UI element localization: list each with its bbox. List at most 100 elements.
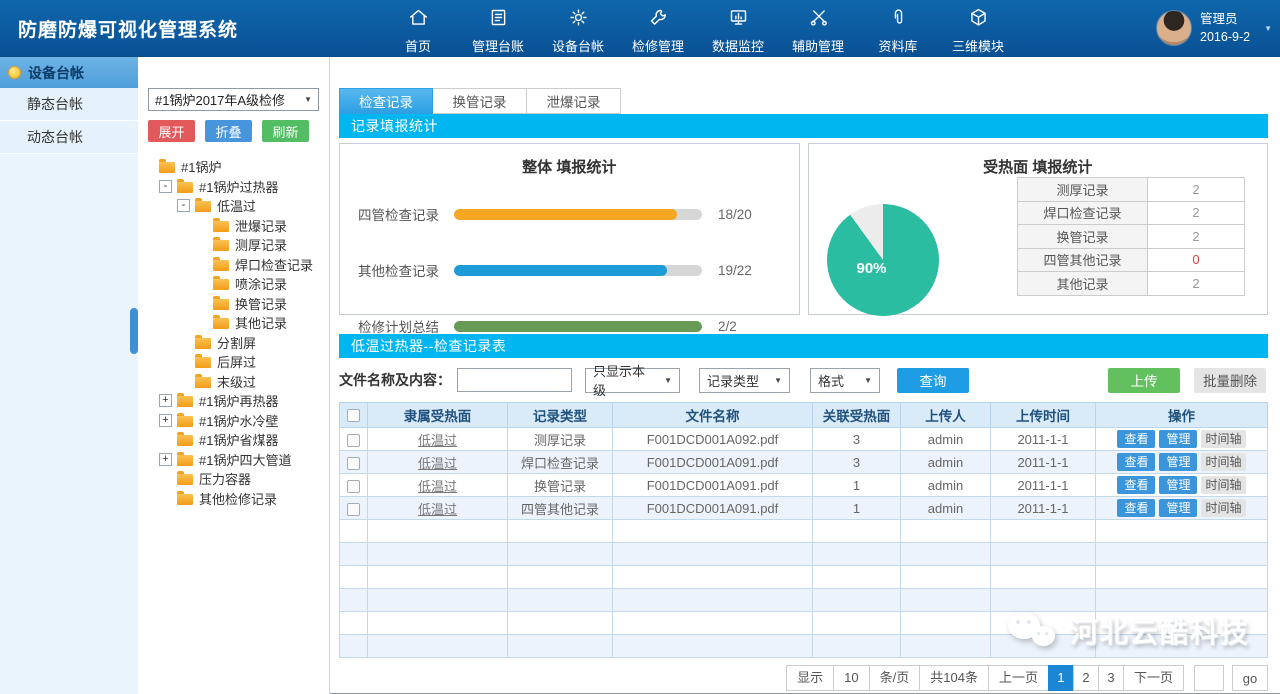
collapse-toggle-icon[interactable] (177, 199, 190, 212)
next-page-button[interactable]: 下一页 (1123, 665, 1184, 691)
surface-link[interactable]: 低温过 (418, 502, 457, 517)
nav-item-3d[interactable]: 三维模块 (938, 1, 1018, 55)
tree-node[interactable]: 喷涂记录 (138, 274, 329, 294)
bullet-icon (8, 66, 21, 79)
folder-icon (195, 338, 211, 349)
tab-inspection-records[interactable]: 检查记录 (339, 88, 433, 114)
surface-link[interactable]: 低温过 (418, 433, 457, 448)
tree-node[interactable]: 压力容器 (138, 469, 329, 489)
tree-node[interactable]: #1锅炉水冷壁 (138, 411, 329, 431)
select-all-checkbox[interactable] (347, 409, 360, 422)
tree-node[interactable]: 其他记录 (138, 313, 329, 333)
overall-stats-title: 整体 填报统计 (340, 156, 799, 177)
timeline-button[interactable]: 时间轴 (1201, 476, 1245, 494)
scope-select[interactable]: 只显示本级▼ (585, 368, 680, 393)
table-row: 低温过 换管记录 F001DCD001A091.pdf 1 admin 2011… (340, 474, 1268, 497)
record-tabs: 检查记录 换管记录 泄爆记录 (339, 88, 1268, 114)
tree-node[interactable]: 末级过 (138, 372, 329, 392)
row-checkbox[interactable] (347, 503, 360, 516)
table-row-empty (340, 635, 1268, 658)
sidebar-item-static-ledger[interactable]: 静态台帐 (0, 88, 138, 121)
filter-label: 文件名称及内容： (339, 370, 451, 390)
tree-node[interactable]: #1锅炉再热器 (138, 391, 329, 411)
pager-display-label: 显示 (786, 665, 834, 691)
manage-button[interactable]: 管理 (1159, 499, 1197, 517)
search-button[interactable]: 查询 (897, 368, 969, 393)
tree-node[interactable]: #1锅炉四大管道 (138, 450, 329, 470)
sidebar: 设备台帐 静态台帐 动态台帐 (0, 57, 138, 694)
page-jump-input[interactable] (1194, 665, 1224, 691)
tree-node[interactable]: 其他检修记录 (138, 489, 329, 509)
surface-stats-panel: 受热面 填报统计 90% 测厚记录2 焊口检查记录2 换管记录2 四管其他记录0… (808, 143, 1269, 315)
expand-toggle-icon[interactable] (159, 394, 172, 407)
refresh-button[interactable]: 刷新 (262, 120, 309, 142)
expand-toggle-icon[interactable] (159, 414, 172, 427)
collapse-button[interactable]: 折叠 (205, 120, 252, 142)
tree-node[interactable]: 后屏过 (138, 352, 329, 372)
tree-node[interactable]: 低温过 (138, 196, 329, 216)
chevron-down-icon[interactable]: ▼ (1264, 24, 1272, 33)
nav-item-home[interactable]: 首页 (378, 1, 458, 55)
tab-explosion-records[interactable]: 泄爆记录 (527, 88, 621, 114)
tree-node[interactable]: 换管记录 (138, 294, 329, 314)
table-row-empty (340, 566, 1268, 589)
manage-button[interactable]: 管理 (1159, 453, 1197, 471)
equipment-tree: #1锅炉 #1锅炉过热器 低温过 泄爆记录 测厚记录 焊口检查记录 喷涂记录 换… (138, 157, 329, 508)
timeline-button[interactable]: 时间轴 (1201, 453, 1245, 471)
format-select[interactable]: 格式▼ (810, 368, 880, 393)
nav-item-equipment[interactable]: 设备台帐 (538, 1, 618, 55)
view-button[interactable]: 查看 (1117, 453, 1155, 471)
cube-icon (968, 7, 989, 33)
user-menu[interactable]: 管理员 2016-9-2 ▼ (1156, 10, 1272, 46)
manage-button[interactable]: 管理 (1159, 430, 1197, 448)
view-button[interactable]: 查看 (1117, 499, 1155, 517)
page-number-button[interactable]: 1 (1048, 665, 1074, 691)
batch-delete-button[interactable]: 批量删除 (1194, 368, 1266, 393)
nav-item-library[interactable]: 资料库 (858, 1, 938, 55)
timeline-button[interactable]: 时间轴 (1201, 430, 1245, 448)
surface-link[interactable]: 低温过 (418, 479, 457, 494)
panel-splitter-handle[interactable] (130, 308, 138, 354)
total-count-label: 共104条 (919, 665, 989, 691)
expand-toggle-icon[interactable] (159, 453, 172, 466)
progress-track (454, 209, 702, 220)
tree-node[interactable]: 分割屏 (138, 333, 329, 353)
tree-node[interactable]: 测厚记录 (138, 235, 329, 255)
row-checkbox[interactable] (347, 434, 360, 447)
folder-icon (213, 221, 229, 232)
tree-node[interactable]: #1锅炉 (138, 157, 329, 177)
nav-item-monitoring[interactable]: 数据监控 (698, 1, 778, 55)
progress-track (454, 321, 702, 332)
row-checkbox[interactable] (347, 457, 360, 470)
upload-button[interactable]: 上传 (1108, 368, 1180, 393)
go-button[interactable]: go (1232, 665, 1268, 691)
nav-item-ledger[interactable]: 管理台账 (458, 1, 538, 55)
pie-center-label: 90% (857, 260, 887, 277)
tree-node[interactable]: #1锅炉过热器 (138, 177, 329, 197)
table-row: 其他记录2 (1018, 272, 1245, 296)
record-type-select[interactable]: 记录类型▼ (699, 368, 790, 393)
file-search-input[interactable] (457, 368, 572, 392)
page-number-button[interactable]: 2 (1073, 665, 1099, 691)
tree-node[interactable]: #1锅炉省煤器 (138, 430, 329, 450)
folder-icon (177, 455, 193, 466)
view-button[interactable]: 查看 (1117, 476, 1155, 494)
nav-item-auxiliary[interactable]: 辅助管理 (778, 1, 858, 55)
page-number-button[interactable]: 3 (1098, 665, 1124, 691)
view-button[interactable]: 查看 (1117, 430, 1155, 448)
folder-icon (213, 279, 229, 290)
row-checkbox[interactable] (347, 480, 360, 493)
surface-link[interactable]: 低温过 (418, 456, 457, 471)
sidebar-item-dynamic-ledger[interactable]: 动态台帐 (0, 121, 138, 154)
tree-node[interactable]: 焊口检查记录 (138, 255, 329, 275)
collapse-toggle-icon[interactable] (159, 180, 172, 193)
tab-tube-replacement-records[interactable]: 换管记录 (433, 88, 527, 114)
expand-button[interactable]: 展开 (148, 120, 195, 142)
manage-button[interactable]: 管理 (1159, 476, 1197, 494)
timeline-button[interactable]: 时间轴 (1201, 499, 1245, 517)
nav-item-maintenance[interactable]: 检修管理 (618, 1, 698, 55)
prev-page-button[interactable]: 上一页 (988, 665, 1049, 691)
project-select[interactable]: #1锅炉2017年A级检修 ▼ (148, 88, 319, 111)
sidebar-header-equipment-ledger[interactable]: 设备台帐 (0, 57, 138, 88)
tree-node[interactable]: 泄爆记录 (138, 216, 329, 236)
